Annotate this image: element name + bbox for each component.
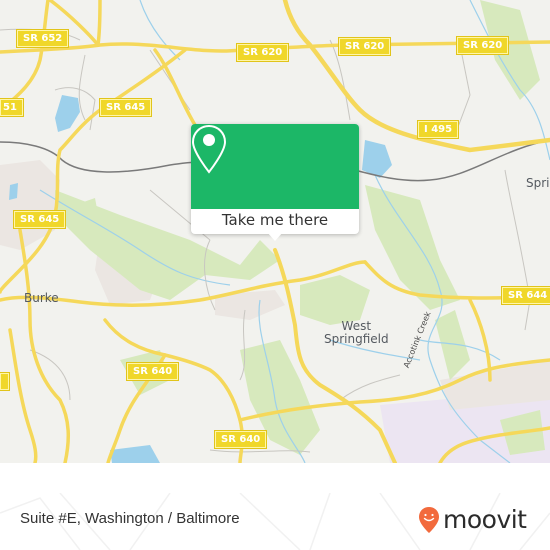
place-label-burke: Burke (24, 291, 59, 305)
map-view[interactable]: SR 652 SR 620 SR 620 SR 620 51 SR 645 I … (0, 0, 550, 463)
place-label-springfield: Spri (526, 176, 550, 190)
road-shield-sr-640: SR 640 (213, 430, 268, 449)
brand-name: moovit (443, 505, 527, 534)
popup-pointer (267, 232, 283, 241)
popup-header (191, 124, 359, 209)
road-shield-i-495: I 495 (416, 120, 460, 139)
location-popup: Take me there (191, 124, 359, 241)
road-shield-sr-645: SR 645 (12, 210, 67, 229)
location-title: Suite #E, Washington / Baltimore (20, 510, 240, 527)
moovit-logo[interactable]: moovit (418, 505, 527, 535)
road-shield-sr-620: SR 620 (235, 43, 290, 62)
road-shield-sr-640: SR 640 (125, 362, 180, 381)
footer-bar: Suite #E, Washington / Baltimore moovit (0, 493, 550, 550)
map-pin-icon (191, 124, 227, 174)
road-shield-sr-644: SR 644 (500, 286, 550, 305)
road-shield-sr-620: SR 620 (455, 36, 510, 55)
road-shield-sr-652: SR 652 (15, 29, 70, 48)
road-shield-partial (0, 372, 10, 391)
take-me-there-button[interactable]: Take me there (191, 209, 359, 234)
moovit-pin-icon (419, 507, 439, 533)
place-label-west-springfield: West Springfield (324, 319, 389, 346)
road-shield-sr-651: 51 (0, 98, 24, 117)
road-shield-sr-620: SR 620 (337, 37, 392, 56)
road-shield-sr-645: SR 645 (98, 98, 153, 117)
